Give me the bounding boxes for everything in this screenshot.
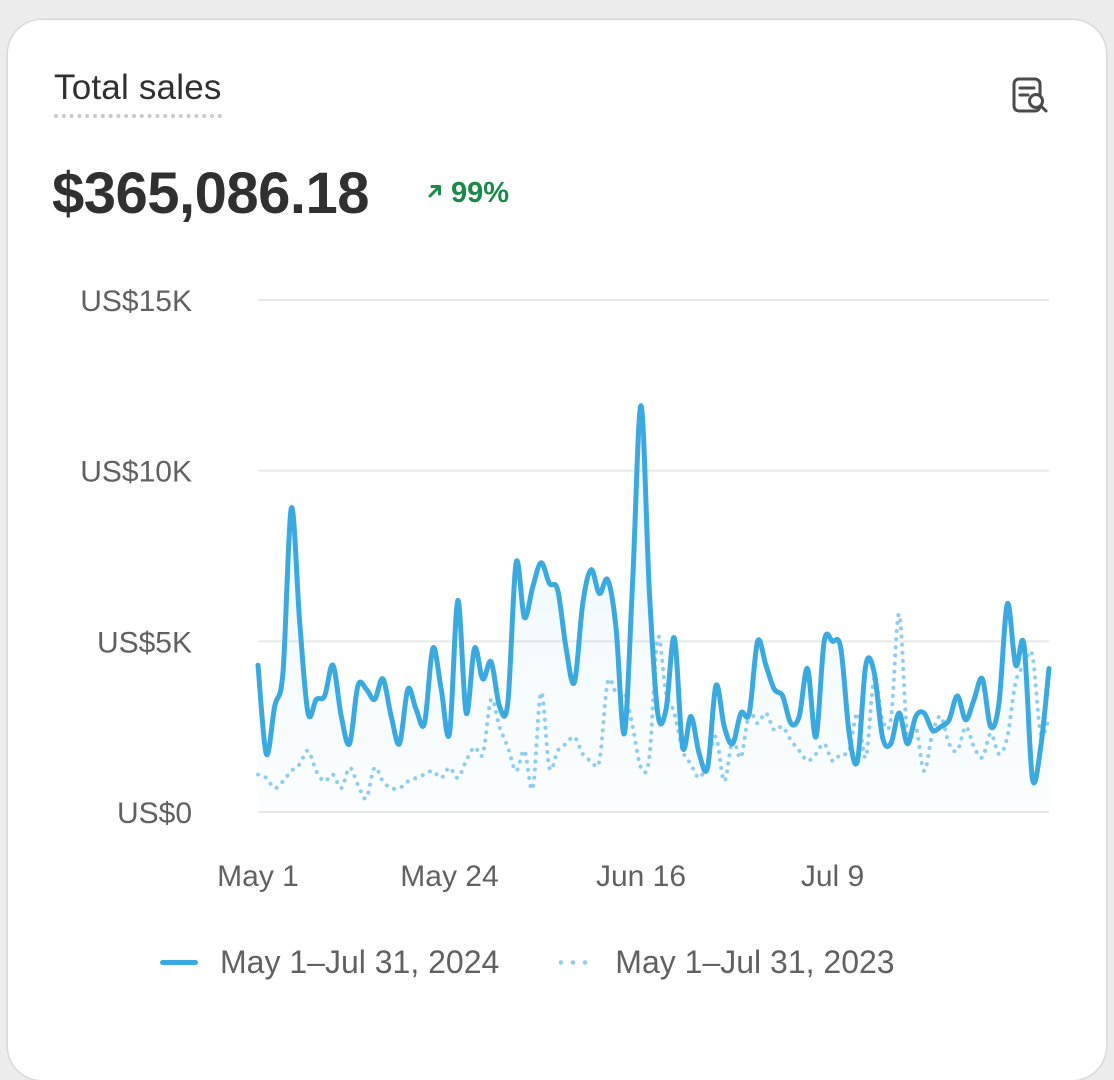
legend-label-current: May 1–Jul 31, 2024: [220, 944, 500, 980]
x-tick-label: Jun 16: [596, 860, 686, 893]
sales-line-chart: US$0 US$5K US$10K US$15K May 1 May 24 Jun 16 Ju…: [80, 285, 1052, 893]
legend-label-previous: May 1–Jul 31, 2023: [615, 944, 895, 980]
y-tick-label: US$10K: [80, 456, 192, 489]
legend-swatch-solid: [160, 960, 198, 965]
x-tick-label: May 1: [217, 860, 299, 893]
legend-swatch-dotted: [555, 960, 594, 965]
legend-item-current[interactable]: May 1–Jul 31, 2024: [160, 944, 499, 981]
x-tick-label: Jul 9: [801, 860, 864, 893]
y-tick-label: US$15K: [80, 285, 192, 318]
chart-legend: May 1–Jul 31, 2024 May 1–Jul 31, 2023: [160, 944, 895, 981]
x-tick-label: May 24: [400, 860, 498, 893]
y-tick-label: US$0: [117, 797, 192, 830]
y-tick-label: US$5K: [97, 626, 192, 659]
series-current-area: [258, 405, 1049, 812]
legend-item-previous[interactable]: May 1–Jul 31, 2023: [555, 944, 895, 981]
